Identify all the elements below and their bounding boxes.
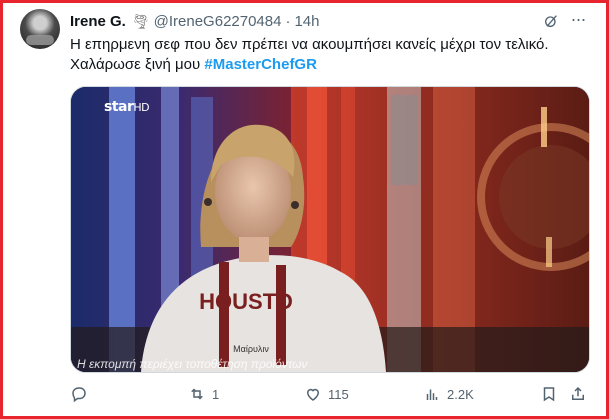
channel-logo-main: star (104, 99, 134, 115)
retweet-button[interactable]: 1 (188, 384, 219, 404)
author-badge-emoji: 🌪 (131, 12, 150, 29)
video-frame-illustration: HOUSTO Μαίρυλιν (71, 87, 589, 372)
channel-logo-hd: HD (133, 101, 150, 114)
tweet-text-line-2: Χαλάρωσε ξινή μου #MasterChefGR (70, 55, 590, 75)
retweet-icon (191, 388, 203, 400)
share-icon (572, 386, 584, 400)
tweet-header: Irene G. 🌪 @IreneG62270484 · 14h (70, 11, 320, 31)
tweet-video[interactable]: HOUSTO Μαίρυλιν starHD Η εκπομπή περιέχε… (70, 86, 590, 373)
author-handle[interactable]: @IreneG62270484 (154, 13, 282, 30)
views-button[interactable]: 2.2K (423, 384, 474, 404)
share-button[interactable] (569, 384, 587, 404)
tweet-text-plain: Χαλάρωσε ξινή μου (70, 56, 205, 73)
reply-icon (72, 387, 86, 403)
author-name[interactable]: Irene G. (70, 13, 126, 30)
apron-print: HOUSTO (199, 289, 293, 314)
more-options-icon[interactable]: ··· (568, 10, 588, 30)
author-avatar[interactable] (20, 9, 60, 49)
tweet-text: Η επηρμενη σεφ που δεν πρέπει να ακουμπή… (70, 35, 590, 75)
tweet-timestamp[interactable]: 14h (294, 13, 319, 30)
like-button[interactable]: 115 (304, 384, 349, 404)
header-separator: · (285, 12, 291, 30)
retweet-count: 1 (212, 386, 220, 402)
hashtag-link[interactable]: #MasterChefGR (204, 56, 317, 73)
name-tag: Μαίρυλιν (233, 344, 269, 354)
heart-icon (306, 388, 320, 401)
grok-icon[interactable] (543, 13, 559, 29)
tweet-text-line-1: Η επηρμενη σεφ που δεν πρέπει να ακουμπή… (70, 36, 549, 53)
views-chart-icon (426, 389, 438, 400)
bookmark-button[interactable] (540, 384, 558, 404)
bookmark-icon (543, 387, 555, 402)
video-caption: Η εκπομπή περιέχει τοποθέτηση προϊόντων (77, 357, 308, 371)
reply-button[interactable] (70, 384, 94, 404)
like-count: 115 (328, 386, 349, 402)
views-count: 2.2K (447, 386, 474, 402)
channel-logo: starHD (104, 99, 150, 115)
